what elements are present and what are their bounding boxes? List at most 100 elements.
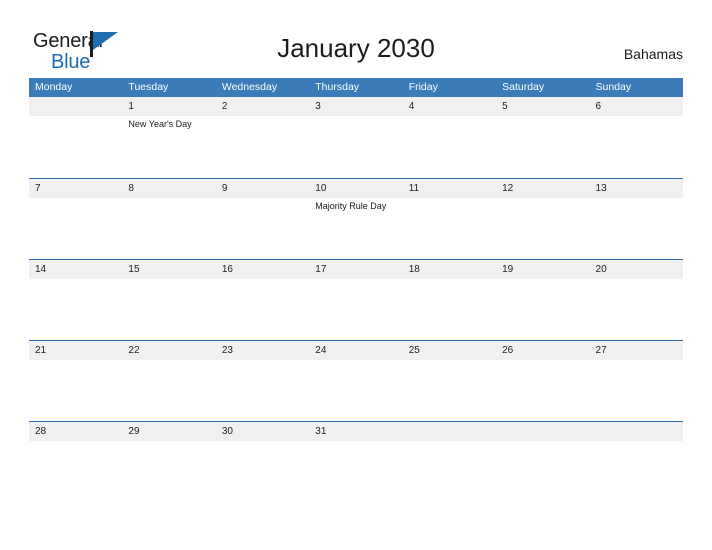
day-cell[interactable]: New Year's Day [122,116,215,176]
weekday-header-row: Monday Tuesday Wednesday Thursday Friday… [29,78,683,97]
holiday-label: Majority Rule Day [315,201,387,211]
day-number[interactable]: 7 [29,179,122,198]
day-number[interactable]: 13 [590,179,683,198]
day-cell[interactable] [403,116,496,176]
day-number[interactable] [403,422,496,441]
day-number[interactable]: 8 [122,179,215,198]
day-number[interactable]: 25 [403,341,496,360]
holiday-label: New Year's Day [128,119,192,129]
weekday-header-monday: Monday [35,81,73,93]
weekday-header-saturday: Saturday [502,81,545,93]
day-number[interactable] [590,422,683,441]
day-cell[interactable] [496,198,589,258]
day-number[interactable]: 17 [309,260,402,279]
day-number[interactable]: 9 [216,179,309,198]
day-number[interactable]: 28 [29,422,122,441]
day-cell[interactable] [216,279,309,339]
week-event-band [29,360,683,420]
day-cell[interactable] [216,441,309,501]
day-cell[interactable] [29,279,122,339]
day-number[interactable]: 6 [590,97,683,116]
week-row: 21 22 23 24 25 26 27 [29,340,683,421]
day-number[interactable]: 19 [496,260,589,279]
day-cell[interactable] [403,360,496,420]
week-row: 7 8 9 10 11 12 13 Majority Rule Day [29,178,683,259]
calendar-grid: Monday Tuesday Wednesday Thursday Friday… [29,78,683,502]
day-number[interactable]: 12 [496,179,589,198]
day-cell[interactable] [403,198,496,258]
day-cell[interactable] [496,360,589,420]
week-row: 28 29 30 31 [29,421,683,502]
week-date-band: 1 2 3 4 5 6 [29,97,683,116]
day-cell[interactable] [590,116,683,176]
day-cell[interactable] [216,116,309,176]
page-title: January 2030 [277,33,435,63]
day-cell[interactable] [309,279,402,339]
day-number[interactable]: 11 [403,179,496,198]
day-cell[interactable] [122,198,215,258]
page-header: General Blue January 2030 Bahamas [0,0,712,76]
day-number[interactable]: 10 [309,179,402,198]
day-cell[interactable] [122,441,215,501]
day-number[interactable]: 2 [216,97,309,116]
week-event-band [29,279,683,339]
day-number[interactable]: 14 [29,260,122,279]
week-event-band [29,441,683,501]
day-number[interactable]: 18 [403,260,496,279]
day-cell[interactable] [309,360,402,420]
week-date-band: 28 29 30 31 [29,422,683,441]
day-number[interactable]: 15 [122,260,215,279]
day-number[interactable]: 26 [496,341,589,360]
day-cell[interactable] [590,198,683,258]
week-event-band: Majority Rule Day [29,198,683,258]
day-cell[interactable] [29,360,122,420]
country-label: Bahamas [623,46,683,62]
day-number[interactable]: 1 [122,97,215,116]
day-cell[interactable] [122,279,215,339]
day-cell[interactable] [216,360,309,420]
week-event-band: New Year's Day [29,116,683,176]
day-number[interactable]: 29 [122,422,215,441]
day-cell[interactable] [403,279,496,339]
day-number[interactable] [29,97,122,116]
day-number[interactable]: 30 [216,422,309,441]
day-cell[interactable] [216,198,309,258]
day-cell[interactable]: Majority Rule Day [309,198,402,258]
week-date-band: 14 15 16 17 18 19 20 [29,260,683,279]
weekday-header-tuesday: Tuesday [128,81,169,93]
day-cell[interactable] [29,116,122,176]
day-cell[interactable] [590,360,683,420]
week-date-band: 7 8 9 10 11 12 13 [29,179,683,198]
day-number[interactable] [496,422,589,441]
day-cell[interactable] [496,441,589,501]
day-cell[interactable] [403,441,496,501]
week-row: 1 2 3 4 5 6 New Year's Day [29,97,683,178]
day-cell[interactable] [29,441,122,501]
day-cell[interactable] [496,116,589,176]
weekday-header-wednesday: Wednesday [221,81,278,93]
day-number[interactable]: 21 [29,341,122,360]
day-number[interactable]: 31 [309,422,402,441]
day-number[interactable]: 20 [590,260,683,279]
day-cell[interactable] [29,198,122,258]
day-cell[interactable] [590,441,683,501]
day-cell[interactable] [590,279,683,339]
day-number[interactable]: 4 [403,97,496,116]
day-number[interactable]: 24 [309,341,402,360]
weekday-header-sunday: Sunday [595,81,632,93]
day-cell[interactable] [122,360,215,420]
day-number[interactable]: 22 [122,341,215,360]
weekday-header-thursday: Thursday [315,81,360,93]
day-number[interactable]: 5 [496,97,589,116]
week-date-band: 21 22 23 24 25 26 27 [29,341,683,360]
week-row: 14 15 16 17 18 19 20 [29,259,683,340]
day-cell[interactable] [496,279,589,339]
day-number[interactable]: 23 [216,341,309,360]
day-number[interactable]: 27 [590,341,683,360]
weekday-header-friday: Friday [408,81,438,93]
day-number[interactable]: 3 [309,97,402,116]
day-cell[interactable] [309,441,402,501]
calendar-page: General Blue January 2030 Bahamas Monday… [0,0,712,550]
day-cell[interactable] [309,116,402,176]
day-number[interactable]: 16 [216,260,309,279]
